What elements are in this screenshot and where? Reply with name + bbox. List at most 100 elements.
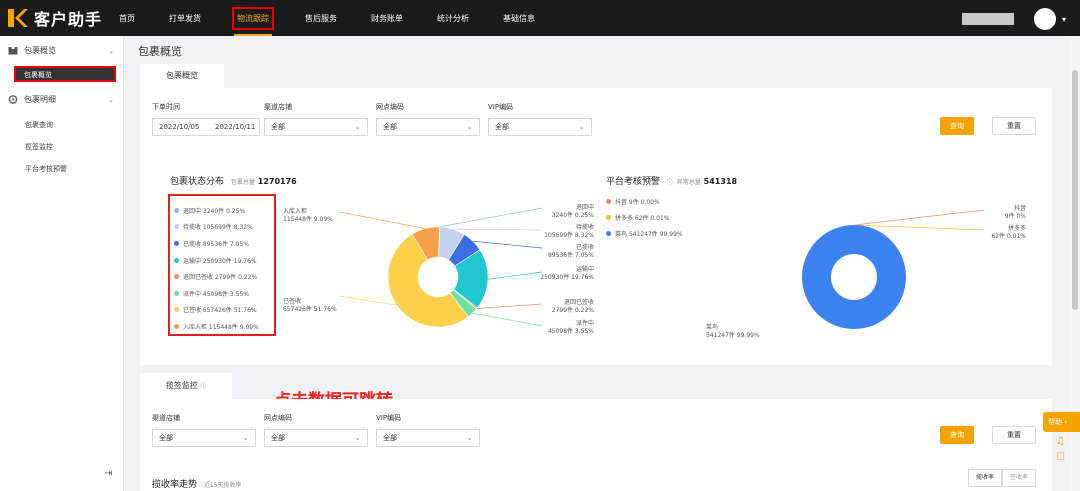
reset-button-2[interactable]: 重置 xyxy=(992,426,1036,444)
query-button-2[interactable]: 查询 xyxy=(940,426,974,444)
gear-icon xyxy=(8,95,18,104)
platform-legend-item[interactable]: 拼多多 62件 0.01% xyxy=(606,213,670,222)
channel-label: 渠道店铺 xyxy=(264,103,292,111)
nav-finance[interactable]: 财务账单 xyxy=(368,9,406,28)
channel-select-2[interactable]: 全部 ⌄ xyxy=(152,429,256,447)
legend-dot xyxy=(606,215,611,220)
legend-text: 已揽收 89536件 7.05% xyxy=(183,240,249,248)
page-title: 包裹概览 xyxy=(138,45,182,58)
chevron-down-icon: ⌄ xyxy=(354,433,361,442)
sidebar-item-monitor[interactable]: 揽签监控 xyxy=(25,142,53,152)
status-chart-title-row: 包裹状态分布 包裹总量 1270176 xyxy=(170,174,297,187)
annotation-value: 45098件 3.55% xyxy=(547,328,594,335)
legend-item[interactable]: 派件中 45098件 3.55% xyxy=(174,285,274,302)
collapse-sidebar-icon[interactable]: ⇥ xyxy=(104,468,112,479)
trend-title: 揽收率走势 xyxy=(152,480,198,490)
overview-card: 下单时间 2022/10/05 2022/10/11 渠道店铺 全部 ⌄ 网点编… xyxy=(140,88,1052,411)
nav-logistics[interactable]: 物流跟踪 xyxy=(232,6,274,36)
legend-text: 退回已签收 2799件 0.22% xyxy=(183,274,258,282)
sidebar-group-label: 包裹明细 xyxy=(24,95,56,104)
query-button[interactable]: 查询 xyxy=(940,117,974,135)
avatar[interactable] xyxy=(1033,8,1056,30)
legend-item[interactable]: 入库入柜 115448件 9.09% xyxy=(174,318,274,335)
chevron-down-icon[interactable]: ▾ xyxy=(1062,15,1066,24)
status-total-value: 1270176 xyxy=(257,177,297,186)
sidebar-item-platform-warning[interactable]: 平台考核预警 xyxy=(25,164,67,174)
legend-item[interactable]: 退回已签收 2799件 0.22% xyxy=(174,268,274,285)
legend-dot xyxy=(174,207,179,213)
reset-button[interactable]: 重置 xyxy=(992,117,1036,135)
legend-dot xyxy=(606,231,611,236)
date-label: 下单时间 xyxy=(152,103,180,111)
outlet-label: 网点编码 xyxy=(376,103,404,111)
sidebar-group-details[interactable]: 包裹明细 ⌄ xyxy=(8,94,116,105)
channel-select[interactable]: 全部 ⌄ xyxy=(264,118,368,136)
legend-text: 拼多多 62件 0.01% xyxy=(615,215,670,222)
legend-item[interactable]: 已揽收 89536件 7.05% xyxy=(174,235,274,252)
date-end: 2022/10/11 xyxy=(215,123,256,131)
logo-icon xyxy=(8,9,28,27)
annotation-value: 89536件 7.05% xyxy=(547,252,594,259)
legend-dot xyxy=(174,257,179,263)
annotation-value: 3240件 0.25% xyxy=(551,212,594,219)
slice-菜鸟[interactable] xyxy=(802,225,906,329)
date-start: 2022/10/05 xyxy=(159,123,200,131)
outlet-select[interactable]: 全部 ⌄ xyxy=(376,118,480,136)
status-chart-title: 包裹状态分布 xyxy=(170,177,225,187)
outlet-select-2[interactable]: 全部 ⌄ xyxy=(264,429,368,447)
user-area: ▾ xyxy=(961,8,1066,30)
nav-after-sales[interactable]: 售后服务 xyxy=(302,9,340,28)
seg-sign-rate[interactable]: 签收率 xyxy=(1002,469,1036,487)
platform-chart-title: 平台考核预警 xyxy=(606,177,661,187)
annotation-name: 派件中 xyxy=(575,320,594,327)
chevron-down-icon: ⌄ xyxy=(466,122,473,131)
annotation-douyin: 抖音 9件 0% xyxy=(980,205,1026,221)
app-logo[interactable]: 客户助手 xyxy=(6,7,102,29)
channel-value: 全部 xyxy=(159,434,173,442)
annotation-name: 已揽收 xyxy=(575,244,594,251)
legend-text: 抖音 9件 0.00% xyxy=(615,199,660,206)
outlet-label-2: 网点编码 xyxy=(264,414,292,422)
date-range-input[interactable]: 2022/10/05 2022/10/11 xyxy=(152,118,260,136)
legend-item[interactable]: 退回中 3240件 0.25% xyxy=(174,202,274,219)
scrollbar-thumb[interactable] xyxy=(1072,70,1078,310)
legend-dot xyxy=(174,274,179,280)
nav-basic-info[interactable]: 基础信息 xyxy=(500,9,538,28)
legend-item[interactable]: 待揽收 105699件 8.32% xyxy=(174,219,274,236)
annotation-name: 已签收 xyxy=(283,298,302,305)
message-icon[interactable]: ☐ xyxy=(1056,452,1065,463)
leader-line-已签收 xyxy=(339,295,397,306)
platform-legend-item[interactable]: 抖音 9件 0.00% xyxy=(606,197,660,206)
platform-legend-item[interactable]: 菜鸟 541247件 99.99% xyxy=(606,229,683,238)
annotation-signed: 已签收 657426件 51.76% xyxy=(283,298,337,314)
main-content: 包裹概览 包裹概览 下单时间 2022/10/05 2022/10/11 渠道店… xyxy=(124,36,1080,491)
annotation-pdd: 拼多多 62件 0.01% xyxy=(970,225,1026,241)
package-icon xyxy=(8,46,18,55)
sidebar-item-query[interactable]: 包裹查询 xyxy=(25,120,53,130)
legend-item[interactable]: 已签收 657426件 51.76% xyxy=(174,302,274,319)
seg-pickup-rate[interactable]: 揽收率 xyxy=(968,469,1002,487)
sidebar-group-overview[interactable]: 包裹概览 ⌄ xyxy=(8,45,116,56)
headset-icon[interactable]: ♫ xyxy=(1056,436,1065,447)
legend-dot xyxy=(174,323,179,329)
sidebar-item-overview[interactable]: 包裹概览 xyxy=(14,66,116,82)
help-button[interactable]: 帮助 ‹ xyxy=(1043,412,1080,432)
tab-overview[interactable]: 包裹概览 xyxy=(140,64,224,88)
annotation-value: 541247件 99.99% xyxy=(706,332,760,339)
annotation-value: 2799件 0.22% xyxy=(551,307,594,314)
annotation-value: 62件 0.01% xyxy=(991,233,1026,240)
legend-item[interactable]: 运输中 250930件 19.76% xyxy=(174,252,274,269)
vip-select-2[interactable]: 全部 ⌄ xyxy=(376,429,480,447)
legend-text: 菜鸟 541247件 99.99% xyxy=(615,231,683,238)
chevron-down-icon: ⌄ xyxy=(578,122,585,131)
sidebar-group-label: 包裹概览 xyxy=(24,46,56,55)
annotation-returning: 退回中 3240件 0.25% xyxy=(542,204,594,220)
tab-pickup-monitor[interactable]: 揽签监控 ⓘ xyxy=(140,373,232,399)
annotation-in-transit: 运输中 250930件 19.76% xyxy=(520,266,594,282)
nav-statistics[interactable]: 统计分析 xyxy=(434,9,472,28)
legend-text: 入库入柜 115448件 9.09% xyxy=(183,323,259,331)
vip-select[interactable]: 全部 ⌄ xyxy=(488,118,592,136)
nav-home[interactable]: 首页 xyxy=(116,9,138,28)
legend-text: 待揽收 105699件 8.32% xyxy=(183,224,253,232)
nav-print-ship[interactable]: 打单发货 xyxy=(166,9,204,28)
